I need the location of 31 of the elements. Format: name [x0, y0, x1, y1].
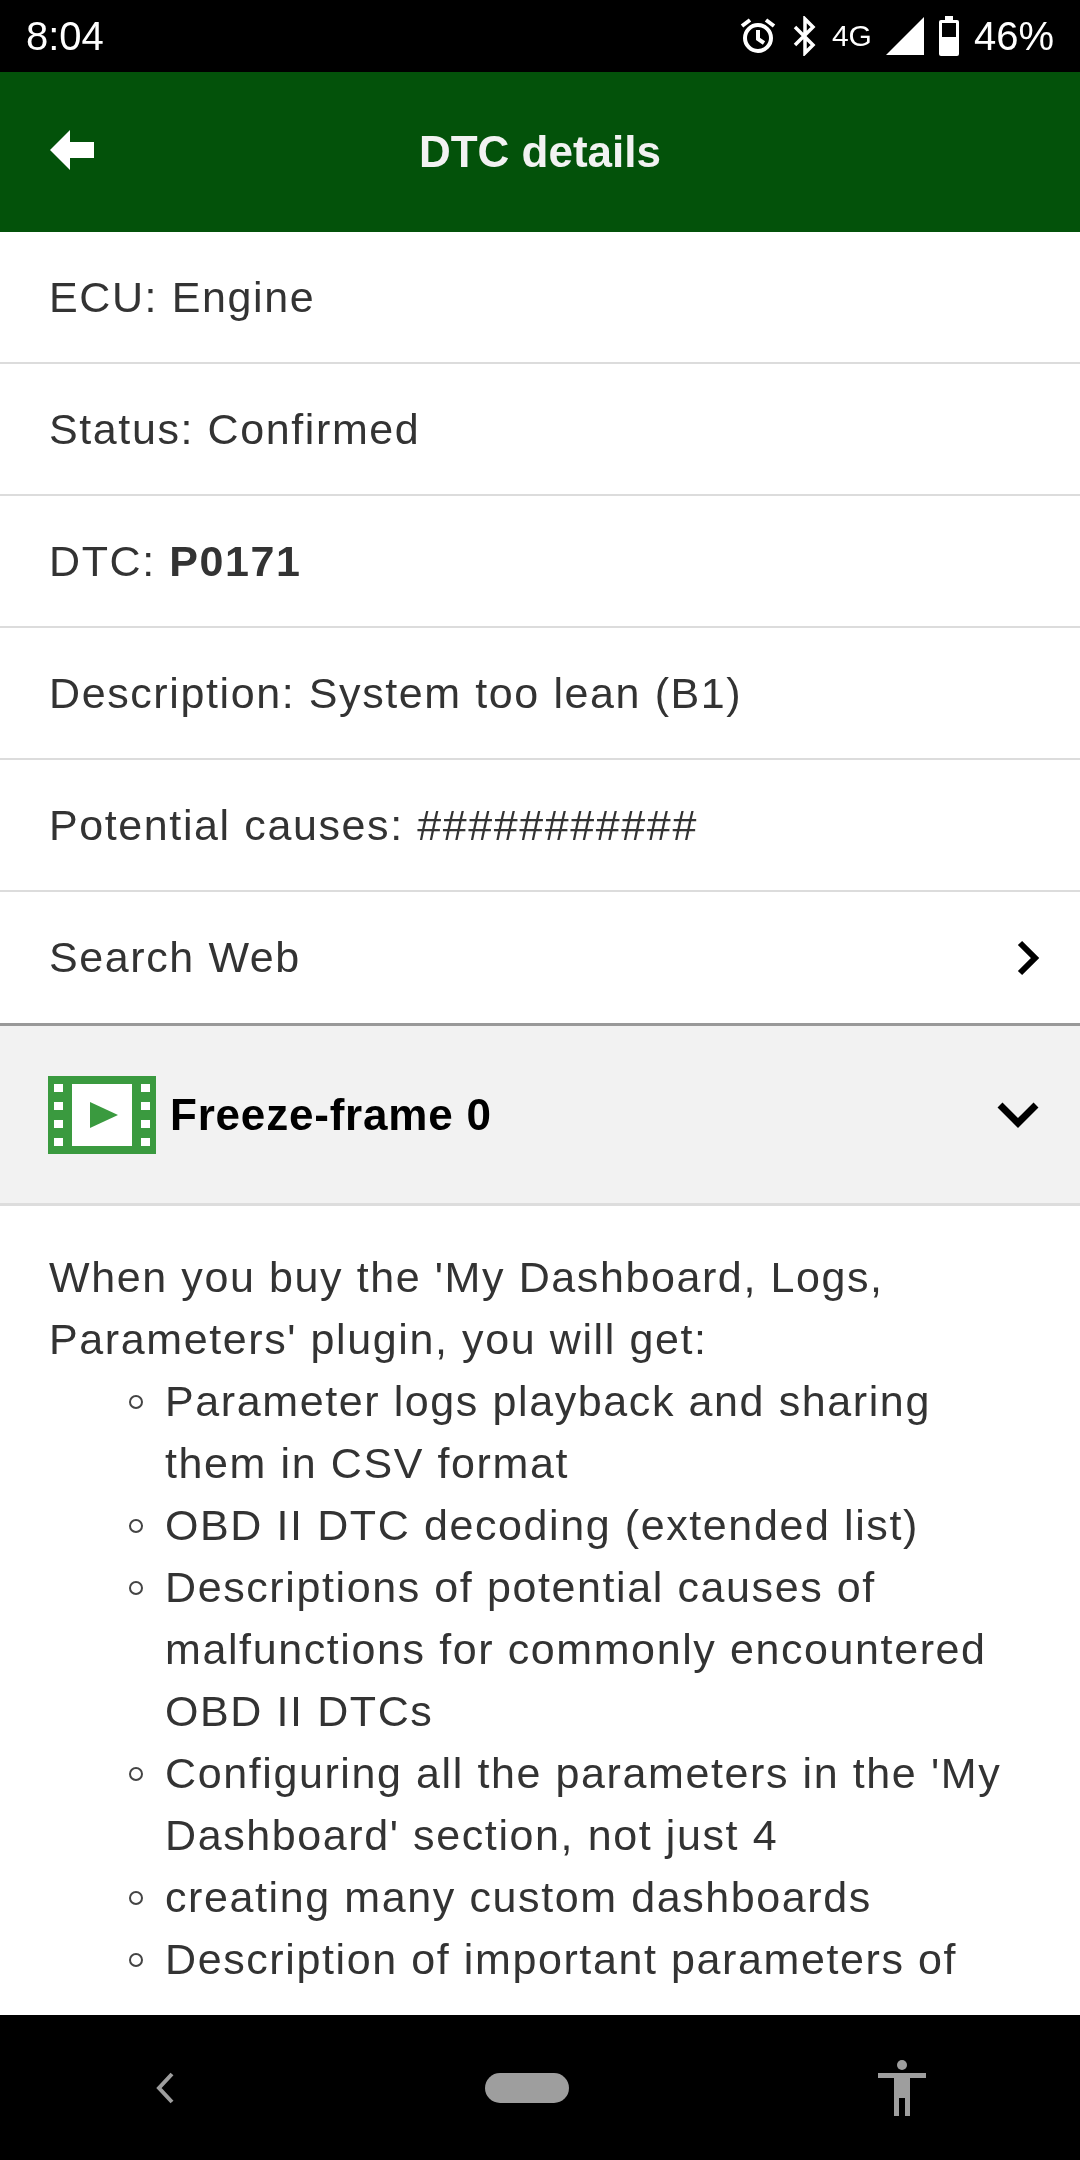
- back-button[interactable]: [50, 130, 94, 170]
- feature-item: Parameter logs playback and sharing them in CSV format: [165, 1376, 932, 1489]
- detail-text: Potential causes: ###########: [49, 800, 698, 850]
- detail-text: DTC: P0171: [49, 536, 302, 586]
- feature-item: OBD II DTC decoding (extended list): [165, 1500, 919, 1551]
- bullet-icon: [129, 1581, 143, 1595]
- bullet-icon: [129, 1395, 143, 1409]
- feature-item: Description of important parameters of: [165, 1934, 958, 1985]
- accessibility-icon[interactable]: [877, 2059, 926, 2116]
- detail-text: Status: Confirmed: [49, 404, 421, 454]
- freeze-frame-header[interactable]: Freeze-frame 0: [0, 1026, 1080, 1206]
- bullet-icon: [129, 1891, 143, 1905]
- battery-icon: [937, 16, 960, 56]
- signal-icon: [885, 17, 924, 55]
- promo-intro: When you buy the 'My Dashboard, Logs, Parameters' plugin, you will get:: [49, 1252, 885, 1365]
- film-play-icon: [48, 1075, 156, 1154]
- home-pill[interactable]: [485, 2072, 569, 2103]
- detail-text: Description: System too lean (B1): [49, 668, 743, 718]
- bullet-icon: [129, 1953, 143, 1967]
- feature-item: Descriptions of potential causes of malfunctions for commonly encountered OBD II DTCs: [165, 1562, 988, 1737]
- detail-text: ECU: Engine: [49, 272, 316, 322]
- chevron-right-icon: [1016, 938, 1040, 977]
- bullet-icon: [129, 1519, 143, 1533]
- bluetooth-icon: [791, 16, 818, 56]
- screen-title: DTC details: [418, 127, 661, 177]
- bullet-icon: [129, 1767, 143, 1781]
- battery-level: 46%: [973, 13, 1054, 59]
- freeze-frame-title: Freeze-frame 0: [170, 1089, 493, 1140]
- network-type: 4G: [831, 19, 872, 53]
- feature-item: creating many custom dashboards: [165, 1872, 872, 1923]
- status-time: 8:04: [26, 13, 104, 59]
